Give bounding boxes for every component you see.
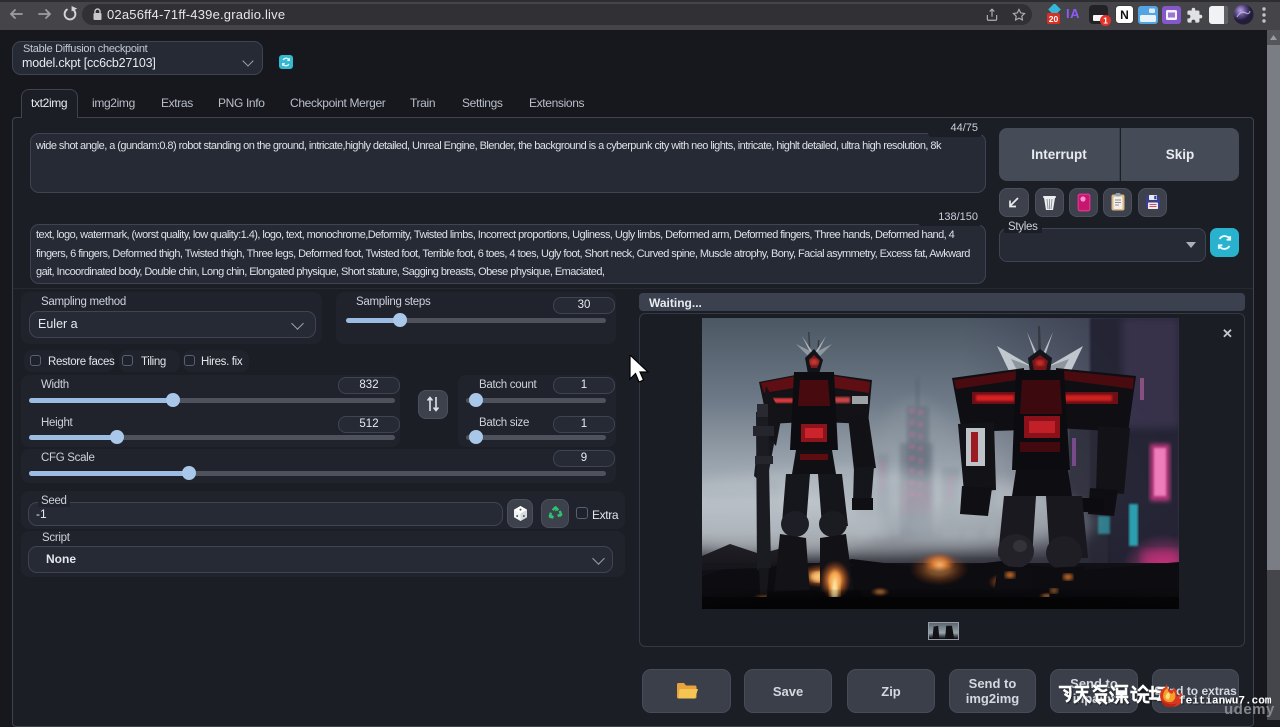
svg-text:N: N — [1120, 8, 1129, 22]
svg-text:feitianwu7.com: feitianwu7.com — [1179, 696, 1272, 708]
svg-text:1: 1 — [1103, 16, 1108, 26]
svg-text:20: 20 — [1049, 14, 1059, 24]
